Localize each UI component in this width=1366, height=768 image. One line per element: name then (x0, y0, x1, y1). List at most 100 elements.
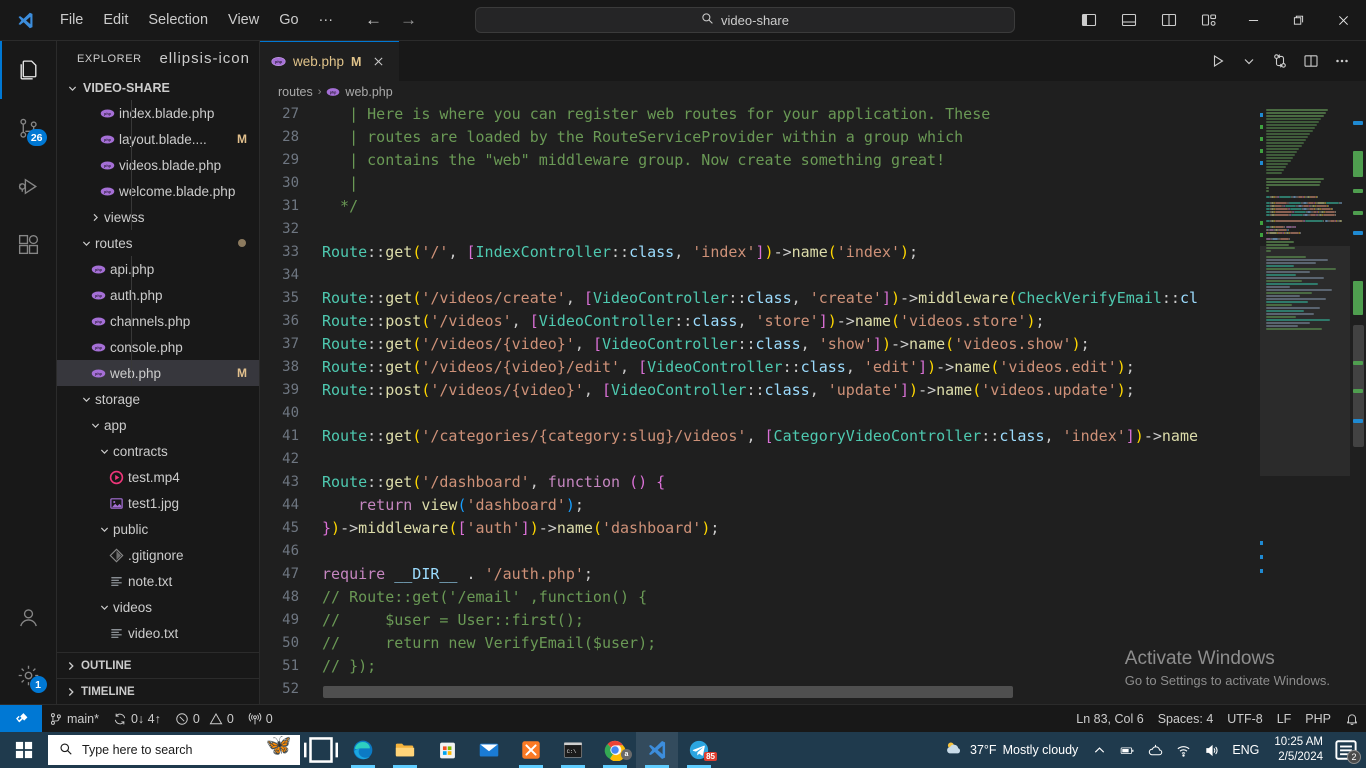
code-line[interactable]: 51 // }); (260, 655, 1366, 678)
tree-item-public[interactable]: public (57, 516, 259, 542)
activity-item-extensions[interactable] (0, 215, 57, 273)
tree-item-routes[interactable]: routes (57, 230, 259, 256)
horizontal-scrollbar[interactable] (323, 686, 1013, 698)
tree-item-app[interactable]: app (57, 412, 259, 438)
split-editor-icon[interactable] (1297, 47, 1325, 75)
code-line[interactable]: 38 Route::get('/videos/{video}/edit', [Vi… (260, 356, 1366, 379)
taskbar-app-file-explorer[interactable] (384, 732, 426, 768)
code-line[interactable]: 47 require __DIR__ . '/auth.php'; (260, 563, 1366, 586)
taskbar-app-microsoft-edge[interactable] (342, 732, 384, 768)
chevron-down-icon[interactable] (1235, 47, 1263, 75)
code-line[interactable]: 33 Route::get('/', [IndexController::clas… (260, 241, 1366, 264)
taskbar-app-google-chrome[interactable]: a (594, 732, 636, 768)
activity-item-accounts[interactable] (0, 588, 57, 646)
battery-icon[interactable] (1114, 732, 1140, 768)
tree-item-note-txt[interactable]: note.txt (57, 568, 259, 594)
code-line[interactable]: 28 | routes are loaded by the RouteServi… (260, 126, 1366, 149)
arrow-left-icon[interactable]: ← (365, 10, 382, 30)
status-language-mode[interactable]: PHP (1298, 705, 1338, 733)
code-line[interactable]: 37 Route::get('/videos/{video}', [VideoCo… (260, 333, 1366, 356)
taskbar-app-visual-studio-code[interactable] (636, 732, 678, 768)
status-eol[interactable]: LF (1270, 705, 1299, 733)
status-encoding[interactable]: UTF-8 (1220, 705, 1269, 733)
layout-grid-icon[interactable] (1193, 5, 1225, 35)
wifi-icon[interactable] (1170, 732, 1196, 768)
scrollbar-thumb[interactable] (1353, 325, 1364, 447)
workspace-root-row[interactable]: VIDEO-SHARE (57, 76, 259, 100)
ellipsis-icon[interactable]: ellipsis-icon (159, 50, 250, 67)
code-line[interactable]: 44 return view('dashboard'); (260, 494, 1366, 517)
file-tree[interactable]: php index.blade.php php layout.blade.... Mph… (57, 100, 259, 652)
breadcrumb-file[interactable]: web.php (345, 85, 392, 99)
code-line[interactable]: 35 Route::get('/videos/create', [VideoCon… (260, 287, 1366, 310)
menu-more[interactable]: ··· (309, 8, 344, 32)
status-editor-position[interactable]: Ln 83, Col 6 (1069, 705, 1150, 733)
taskbar-app-telegram[interactable]: 85 (678, 732, 720, 768)
ellipsis-icon[interactable] (1328, 47, 1356, 75)
menu-go[interactable]: Go (269, 8, 308, 32)
breadcrumb-folder[interactable]: routes (278, 85, 313, 99)
code-line[interactable]: 49 // $user = User::first(); (260, 609, 1366, 632)
notification-center-icon[interactable]: 2 (1332, 732, 1361, 768)
taskbar-app-command-prompt[interactable]: C:\ (552, 732, 594, 768)
compare-changes-icon[interactable] (1266, 47, 1294, 75)
arrow-right-icon[interactable]: → (400, 10, 417, 30)
tree-item-channels-php[interactable]: php channels.php (57, 308, 259, 334)
status-sync-changes[interactable]: 0↓ 4↑ (106, 705, 168, 733)
play-icon[interactable] (1204, 47, 1232, 75)
code-line[interactable]: 43 Route::get('/dashboard', function () { (260, 471, 1366, 494)
tree-item-test1-jpg[interactable]: test1.jpg (57, 490, 259, 516)
activity-item-manage[interactable]: 1 (0, 646, 57, 704)
code-line[interactable]: 41 Route::get('/categories/{category:slug… (260, 425, 1366, 448)
minimize-icon[interactable] (1231, 0, 1276, 41)
taskbar-clock[interactable]: 10:25 AM 2/5/2024 (1267, 735, 1330, 765)
tree-item-welcome-blade-php[interactable]: php welcome.blade.php (57, 178, 259, 204)
tree-item-index-blade-php[interactable]: php index.blade.php (57, 100, 259, 126)
code-line[interactable]: 39 Route::post('/videos/{video}', [VideoC… (260, 379, 1366, 402)
tree-item-viewss[interactable]: viewss (57, 204, 259, 230)
input-language[interactable]: ENG (1226, 732, 1265, 768)
speaker-icon[interactable] (1198, 732, 1224, 768)
tree-item-video-txt[interactable]: video.txt (57, 620, 259, 646)
code-line[interactable]: 40 (260, 402, 1366, 425)
code-line[interactable]: 48 // Route::get('/email' ,function() { (260, 586, 1366, 609)
code-editor[interactable]: 27 | Here is where you can register web … (260, 103, 1366, 704)
minimap[interactable] (1260, 103, 1350, 704)
code-line[interactable]: 27 | Here is where you can register web … (260, 103, 1366, 126)
tree-item-auth-php[interactable]: php auth.php (57, 282, 259, 308)
menu-file[interactable]: File (50, 8, 93, 32)
close-icon[interactable] (1321, 0, 1366, 41)
code-line[interactable]: 36 Route::post('/videos', [VideoControlle… (260, 310, 1366, 333)
tab-web-php[interactable]: php web.php M (260, 41, 400, 81)
activity-item-source-control[interactable]: 26 (0, 99, 57, 157)
code-line[interactable]: 34 (260, 264, 1366, 287)
status-ports[interactable]: 0 (241, 705, 280, 733)
activity-item-run-and-debug[interactable] (0, 157, 57, 215)
code-line[interactable]: 46 (260, 540, 1366, 563)
tree-item-api-php[interactable]: php api.php (57, 256, 259, 282)
panel-bottom-icon[interactable] (1113, 5, 1145, 35)
taskbar-app-xampp[interactable] (510, 732, 552, 768)
code-line[interactable]: 30 | (260, 172, 1366, 195)
menu-edit[interactable]: Edit (93, 8, 138, 32)
tab-close-icon[interactable] (369, 52, 388, 71)
menu-view[interactable]: View (218, 8, 269, 32)
code-line[interactable]: 29 | contains the "web" middleware group… (260, 149, 1366, 172)
tree-item-videos[interactable]: videos (57, 594, 259, 620)
quick-open-input[interactable]: video-share (475, 7, 1016, 33)
panel-right-icon[interactable] (1153, 5, 1185, 35)
chevron-up-icon[interactable] (1086, 732, 1112, 768)
tree-item-layout-blade-[interactable]: php layout.blade.... M (57, 126, 259, 152)
tree-item-contracts[interactable]: contracts (57, 438, 259, 464)
vertical-scrollbar[interactable] (1350, 103, 1366, 704)
sidebar-section-outline[interactable]: OUTLINE (57, 652, 259, 678)
menu-selection[interactable]: Selection (138, 8, 218, 32)
status-problems[interactable]: 0 0 (168, 705, 241, 733)
onedrive-icon[interactable] (1142, 732, 1168, 768)
sidebar-section-timeline[interactable]: TIMELINE (57, 678, 259, 704)
restore-icon[interactable] (1276, 0, 1321, 41)
activity-item-explorer[interactable] (0, 41, 57, 99)
tree-item-videos-blade-php[interactable]: php videos.blade.php (57, 152, 259, 178)
tree-item-test-mp4[interactable]: test.mp4 (57, 464, 259, 490)
task-view-icon[interactable] (300, 732, 342, 768)
